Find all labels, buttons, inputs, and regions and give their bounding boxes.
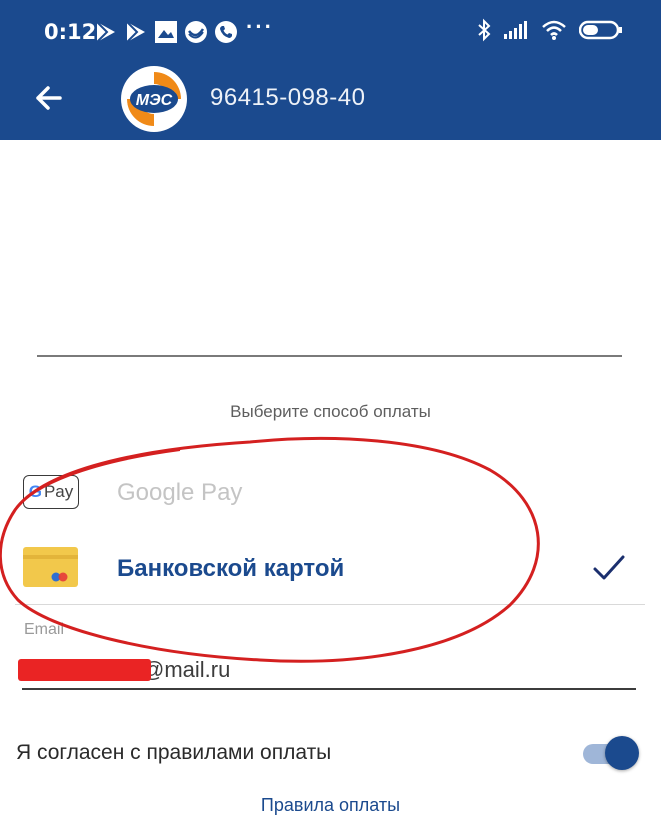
- system-icons: [477, 18, 623, 47]
- check-icon: [593, 555, 625, 580]
- google-pay-badge-text: Pay: [43, 482, 74, 501]
- google-pay-icon: G Pay: [23, 475, 79, 509]
- battery-icon: [578, 19, 623, 46]
- provider-logo: МЭС: [121, 66, 187, 132]
- amount-field-underline: [37, 355, 622, 357]
- agreement-toggle[interactable]: [583, 736, 639, 770]
- google-pay-label: Google Pay: [117, 479, 243, 506]
- section-divider: [15, 604, 645, 605]
- status-time: 0:12: [44, 20, 97, 44]
- bluetooth-icon: [477, 18, 491, 47]
- toggle-knob: [605, 736, 639, 770]
- photo-icon: [154, 20, 178, 44]
- agreement-label: Я согласен с правилами оплаты: [16, 741, 332, 764]
- payment-method-caption-text: Выберите способ оплаты: [230, 402, 431, 421]
- redaction-mark: [18, 659, 151, 681]
- bank-icon: [184, 20, 208, 44]
- bank-card-icon: [23, 547, 78, 587]
- payment-rules-link[interactable]: Правила оплаты: [0, 795, 661, 816]
- email-field-label: Email: [24, 621, 65, 638]
- notification-icons: [94, 20, 238, 44]
- payment-method-caption: Выберите способ оплаты: [0, 402, 661, 422]
- back-button[interactable]: [30, 78, 70, 118]
- play-store-icon: [94, 20, 118, 44]
- email-field-underline: [22, 688, 636, 690]
- play-store-icon: [124, 20, 148, 44]
- phone-icon: [214, 20, 238, 44]
- bank-card-label: Банковской картой: [117, 555, 345, 582]
- logo-text: МЭС: [136, 92, 173, 109]
- arrow-left-icon: [36, 86, 62, 110]
- signal-icon: [503, 20, 529, 45]
- account-number-title: 96415-098-40: [210, 84, 366, 111]
- app-bar: МЭС 96415-098-40: [0, 64, 661, 140]
- more-notifications: ···: [246, 14, 274, 39]
- payment-option-bank-card[interactable]: Банковской картой: [0, 536, 661, 604]
- wifi-icon: [541, 19, 567, 46]
- status-bar: 0:12 ···: [0, 0, 661, 64]
- payment-option-google-pay[interactable]: G Pay Google Pay: [0, 465, 661, 521]
